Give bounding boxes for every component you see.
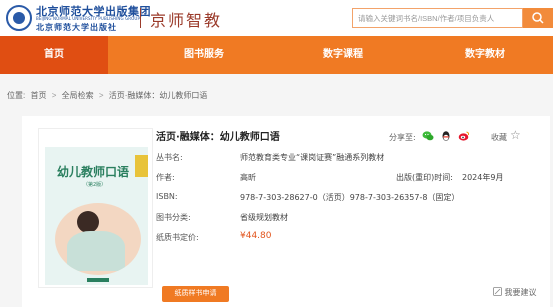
- nav-item-digital-course[interactable]: 数字课程: [288, 36, 398, 74]
- category-label: 图书分类:: [156, 213, 191, 222]
- cover-publisher-logo: [87, 278, 109, 282]
- favorite-label[interactable]: 收藏: [491, 132, 507, 143]
- search-button[interactable]: [523, 8, 553, 28]
- nav-item-book-service[interactable]: 图书服务: [144, 36, 264, 74]
- publisher-logo-icon[interactable]: [6, 5, 32, 31]
- cover-top-band: [45, 133, 148, 147]
- breadcrumb-item-search[interactable]: 全局检索: [62, 91, 94, 100]
- search-box: [352, 8, 523, 28]
- breadcrumb-separator: >: [51, 91, 57, 100]
- publisher-subtitle: 北京师范大学出版社: [36, 22, 117, 32]
- isbn-value: 978-7-303-28627-0（活页）978-7-303-26357-8（固…: [240, 193, 460, 202]
- cover-photo: [55, 203, 141, 275]
- feedback-link[interactable]: 我要建议: [493, 287, 537, 298]
- sample-request-button[interactable]: 纸质样书申请: [162, 286, 229, 302]
- series-label: 丛书名:: [156, 153, 183, 162]
- search-input[interactable]: [353, 9, 522, 27]
- breadcrumb: 位置: 首页 > 全局检索 > 活页·融媒体：幼儿教师口语: [7, 90, 210, 101]
- nav-item-home[interactable]: 首页: [0, 36, 108, 74]
- nav-item-digital-textbook[interactable]: 数字教材: [430, 36, 540, 74]
- feedback-icon: [493, 287, 502, 296]
- weibo-icon[interactable]: [458, 130, 470, 142]
- feedback-label: 我要建议: [504, 288, 537, 297]
- cover-tag: [135, 155, 148, 177]
- qq-icon[interactable]: [440, 130, 452, 142]
- site-header: 北京师范大学出版集团 BEIJING NORMAL UNIVERSITY PUB…: [0, 0, 553, 36]
- main-nav: 首页 图书服务 数字课程 数字教材: [0, 36, 553, 74]
- author-value: 高昕: [240, 173, 256, 182]
- wechat-icon[interactable]: [422, 130, 434, 142]
- breadcrumb-item-home[interactable]: 首页: [30, 91, 46, 100]
- star-icon[interactable]: ☆: [510, 128, 521, 142]
- book-cover-image[interactable]: 幼儿教师口语 （第2版）: [45, 133, 148, 285]
- category-value: 省级规划教材: [240, 213, 288, 222]
- publisher-english-name: BEIJING NORMAL UNIVERSITY PUBLISHING GRO…: [36, 16, 140, 21]
- breadcrumb-prefix: 位置:: [7, 91, 26, 100]
- pubdate-value: 2024年9月: [462, 173, 504, 182]
- isbn-label: ISBN:: [156, 192, 178, 201]
- book-detail-card: 幼儿教师口语 （第2版） 活页·融媒体：幼儿教师口语 分享至: 收藏 ☆ 丛书名…: [22, 116, 550, 307]
- author-label: 作者:: [156, 173, 175, 182]
- cover-title: 幼儿教师口语: [57, 165, 130, 179]
- breadcrumb-item-current: 活页·融媒体：幼儿教师口语: [108, 91, 208, 100]
- cover-edition: （第2版）: [83, 182, 107, 188]
- price-label: 纸质书定价:: [156, 233, 199, 242]
- search-icon: [532, 12, 544, 24]
- pubdate-label: 出版(重印)时间:: [396, 173, 453, 182]
- price-value: ¥44.80: [240, 231, 272, 241]
- share-label: 分享至:: [389, 133, 416, 142]
- series-value: 师范教育类专业“课岗证赛”融通系列教材: [240, 153, 385, 162]
- brand-logo[interactable]: 京师智教: [150, 7, 222, 31]
- book-cover-frame: 幼儿教师口语 （第2版）: [38, 128, 153, 288]
- breadcrumb-separator: >: [98, 91, 104, 100]
- book-title: 活页·融媒体：幼儿教师口语: [156, 132, 280, 143]
- logo-divider: [140, 8, 141, 28]
